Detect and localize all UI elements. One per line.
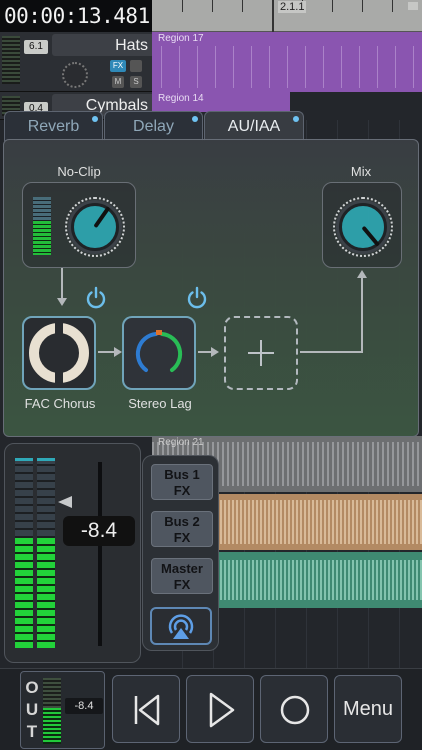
ruler-bar-label: 2.1.1	[278, 1, 307, 13]
flow-arrowhead	[357, 270, 367, 278]
record-arm-button[interactable]	[130, 60, 142, 72]
output-level-meter	[43, 678, 61, 744]
plugin-name: Stereo Lag	[128, 396, 192, 411]
bus-1-fx-button[interactable]: Bus 1 FX	[151, 464, 213, 500]
flow-arrowhead	[57, 298, 67, 306]
tab-label: Delay	[133, 118, 174, 135]
mix-box	[322, 182, 402, 268]
transport-bar: O U T -8.4 Menu	[0, 668, 422, 750]
plugin-slot-fac-chorus[interactable]	[22, 316, 96, 390]
region-label: Region 21	[158, 437, 204, 448]
level-meter	[15, 458, 55, 648]
menu-label: Menu	[342, 698, 394, 720]
play-button[interactable]	[186, 675, 254, 743]
track-meter	[2, 36, 20, 84]
flow-arrowhead	[211, 347, 219, 357]
flow-arrow-up	[361, 276, 363, 353]
tab-indicator-dot	[293, 116, 299, 122]
flow-arrowhead	[114, 347, 122, 357]
region-label: Region 14	[158, 93, 204, 104]
bus-send-panel: Bus 1 FX Bus 2 FX Master FX	[142, 455, 219, 651]
timeline-ruler[interactable]: 2.1.1	[152, 0, 422, 32]
master-fx-button[interactable]: Master FX	[151, 558, 213, 594]
mix-label: Mix	[350, 164, 372, 179]
skip-to-start-icon	[134, 694, 160, 726]
region-17[interactable]: Region 17	[152, 32, 422, 92]
plugin-slot-stereo-lag[interactable]	[122, 316, 196, 390]
region-waveform	[152, 46, 422, 88]
bus-2-fx-button[interactable]: Bus 2 FX	[151, 511, 213, 547]
stereo-lag-icon	[135, 330, 183, 372]
output-meter-button[interactable]: O U T -8.4	[20, 671, 105, 749]
record-button[interactable]	[260, 675, 328, 743]
plus-icon	[248, 340, 274, 366]
tab-label: Reverb	[27, 118, 80, 135]
region-14[interactable]: Region 14	[152, 92, 290, 112]
fx-panel: Reverb Delay AU/IAA No-Clip Mix FAC Chor…	[3, 111, 419, 437]
tab-indicator-dot	[192, 116, 198, 122]
out-label-u: U	[25, 700, 39, 719]
track-header-hats[interactable]: 6.1 Hats FX M S	[0, 32, 152, 92]
fader-value[interactable]: -8.4	[63, 516, 135, 546]
mute-button[interactable]: M	[112, 76, 124, 88]
track-name-tab[interactable]: Hats	[52, 34, 152, 56]
tab-au-iaa[interactable]: AU/IAA	[204, 111, 304, 141]
plugin-name: FAC Chorus	[24, 396, 96, 411]
fx-panel-body: No-Clip Mix FAC Chorus Stereo Lag	[3, 139, 419, 437]
fader-marker	[58, 496, 72, 508]
playhead[interactable]	[272, 0, 274, 32]
rewind-button[interactable]	[112, 675, 180, 743]
fader-track[interactable]	[98, 462, 102, 646]
power-icon[interactable]	[84, 286, 108, 310]
track-volume: 6.1	[24, 40, 48, 54]
airplay-icon	[168, 614, 194, 639]
mix-knob[interactable]	[339, 203, 387, 251]
region-label: Region 17	[158, 33, 204, 44]
flow-arrow	[198, 351, 212, 353]
fx-badge[interactable]: FX	[110, 60, 126, 72]
input-level-meter	[33, 197, 51, 255]
tab-reverb[interactable]: Reverb	[4, 111, 103, 141]
power-icon[interactable]	[185, 286, 209, 310]
time-display: 00:00:13.481	[0, 0, 152, 32]
record-icon	[280, 695, 310, 725]
flow-arrow	[300, 351, 362, 353]
tab-indicator-dot	[92, 116, 98, 122]
track-name: Hats	[115, 37, 148, 54]
track-fader-popup: -8.4	[4, 443, 141, 663]
out-label-o: O	[25, 678, 39, 697]
tab-label: AU/IAA	[227, 118, 281, 135]
no-clip-label: No-Clip	[57, 164, 101, 179]
tab-delay[interactable]: Delay	[104, 111, 203, 141]
no-clip-knob[interactable]	[71, 203, 119, 251]
no-clip-box	[22, 182, 136, 268]
menu-button[interactable]: Menu	[334, 675, 402, 743]
fac-chorus-icon	[29, 320, 89, 386]
plugin-slot-empty[interactable]	[224, 316, 298, 390]
out-label-t: T	[26, 722, 38, 741]
flow-arrow-down	[61, 268, 63, 300]
solo-button[interactable]: S	[130, 76, 142, 88]
airplay-button[interactable]	[150, 607, 212, 645]
pan-knob[interactable]	[62, 62, 88, 88]
output-value: -8.4	[65, 698, 103, 714]
play-icon	[209, 692, 235, 728]
ruler-marker	[408, 2, 418, 10]
